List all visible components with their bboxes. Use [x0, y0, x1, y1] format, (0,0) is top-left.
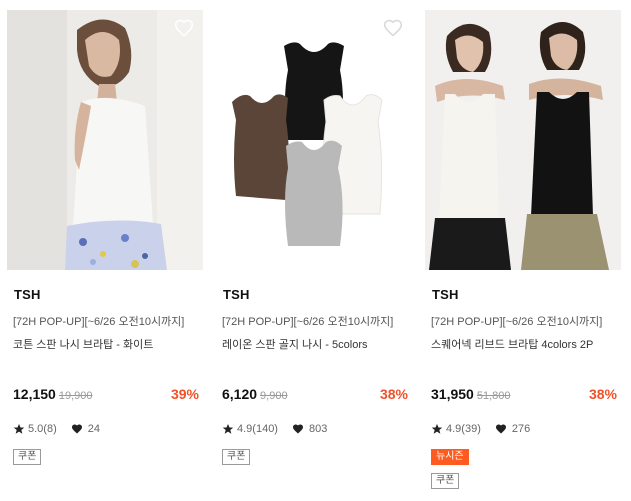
- brand-name[interactable]: TSH: [432, 287, 459, 302]
- like-count: 276: [511, 423, 531, 435]
- star-icon: [431, 424, 443, 434]
- original-price: 51,800: [476, 390, 511, 402]
- heart-icon: [495, 424, 506, 434]
- product-card[interactable]: TSH [72H POP-UP][~6/26 오전10시까지] 레이온 스판 골…: [216, 0, 412, 501]
- rating-text: 4.9(39): [446, 423, 481, 435]
- review-meta: 5.0(8) 24: [13, 421, 203, 437]
- brand-name[interactable]: TSH: [14, 287, 41, 302]
- discount-rate: 38%: [588, 386, 617, 402]
- star-icon: [222, 424, 234, 434]
- badge-list: 쿠폰: [222, 446, 251, 465]
- models-photo-square-neck-tanks: [425, 10, 621, 270]
- model-photo-white-tank: [7, 10, 203, 270]
- flatlay-tank-photo: [216, 10, 412, 270]
- product-name[interactable]: 레이온 스판 골지 나시 - 5colors: [222, 336, 412, 352]
- price-row: 12,150 19,900 39%: [13, 386, 203, 406]
- brand-name[interactable]: TSH: [223, 287, 250, 302]
- original-price: 9,900: [260, 390, 288, 402]
- coupon-badge: 쿠폰: [13, 449, 42, 465]
- rating-text: 5.0(8): [28, 423, 57, 435]
- heart-icon: [71, 424, 82, 434]
- coupon-badge: 쿠폰: [222, 449, 251, 465]
- sale-price: 12,150: [13, 386, 56, 402]
- product-card[interactable]: TSH [72H POP-UP][~6/26 오전10시까지] 코튼 스판 나시…: [7, 0, 203, 501]
- product-image[interactable]: [425, 10, 621, 270]
- promo-text: [72H POP-UP][~6/26 오전10시까지]: [13, 316, 185, 328]
- product-name[interactable]: 스퀘어넥 리브드 브라탑 4colors 2P: [431, 336, 621, 352]
- sale-price: 31,950: [431, 386, 474, 402]
- price-row: 31,950 51,800 38%: [431, 386, 621, 406]
- like-count: 803: [308, 423, 328, 435]
- product-image[interactable]: [216, 10, 412, 270]
- wishlist-heart-icon[interactable]: [174, 18, 194, 38]
- review-meta: 4.9(39) 276: [431, 421, 621, 437]
- like-count: 24: [87, 423, 100, 435]
- sale-price: 6,120: [222, 386, 258, 402]
- promo-text: [72H POP-UP][~6/26 오전10시까지]: [222, 316, 394, 328]
- product-image[interactable]: [7, 10, 203, 270]
- star-icon: [13, 424, 25, 434]
- badge-list: 쿠폰: [13, 446, 42, 465]
- product-card[interactable]: TSH [72H POP-UP][~6/26 오전10시까지] 스퀘어넥 리브드…: [425, 0, 621, 501]
- product-grid: TSH [72H POP-UP][~6/26 오전10시까지] 코튼 스판 나시…: [0, 0, 631, 501]
- product-name[interactable]: 코튼 스판 나시 브라탑 - 화이트: [13, 336, 203, 352]
- discount-rate: 38%: [379, 386, 408, 402]
- heart-icon: [292, 424, 303, 434]
- wishlist-heart-icon[interactable]: [383, 18, 403, 38]
- new-season-badge: 뉴시즌: [431, 449, 469, 465]
- review-meta: 4.9(140) 803: [222, 421, 412, 437]
- original-price: 19,900: [58, 390, 93, 402]
- badge-list: 뉴시즌 쿠폰: [431, 446, 469, 489]
- price-row: 6,120 9,900 38%: [222, 386, 412, 406]
- discount-rate: 39%: [170, 386, 199, 402]
- rating-text: 4.9(140): [237, 423, 278, 435]
- coupon-badge: 쿠폰: [431, 473, 460, 489]
- promo-text: [72H POP-UP][~6/26 오전10시까지]: [431, 316, 603, 328]
